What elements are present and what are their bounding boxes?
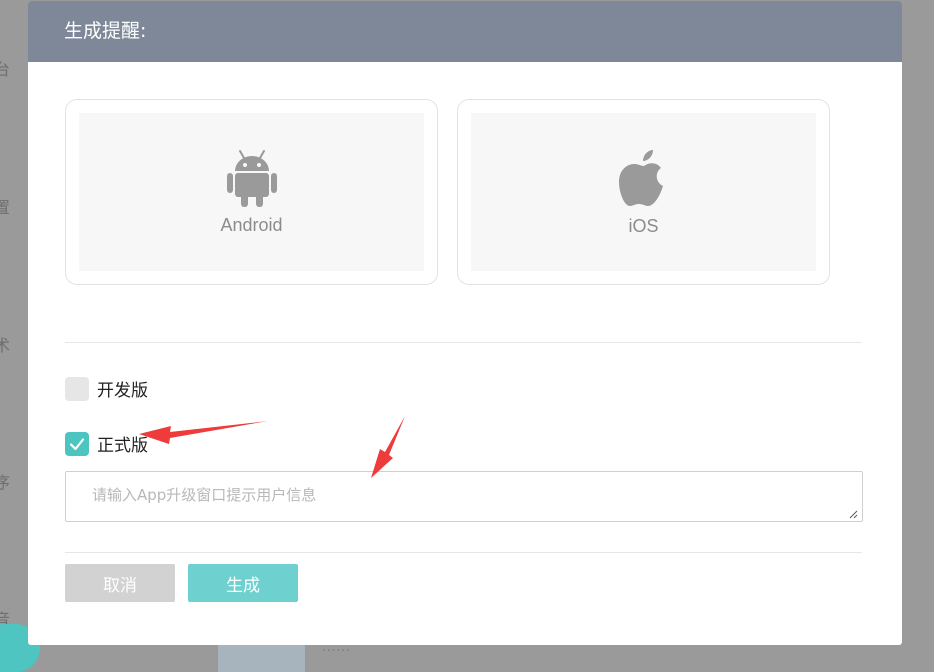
upgrade-message-input[interactable] [65,471,863,522]
dev-version-checkbox[interactable] [65,376,89,401]
checkmark-icon [69,437,85,450]
background-thumbnail [218,642,305,672]
divider [65,552,862,553]
platform-card-ios[interactable]: iOS [457,99,830,285]
generate-reminder-dialog: 生成提醒: Android iOS 开发版 正式版 请输入App升级窗口提示用户… [28,1,902,645]
cancel-button[interactable]: 取消 [65,564,175,602]
android-icon [226,149,277,207]
background-text: 台 [0,60,11,79]
background-text: 序 [0,473,11,492]
release-version-label: 正式版 [97,436,148,456]
release-version-checkbox[interactable] [65,431,89,456]
background-text: 术 [0,336,11,355]
dialog-title: 生成提醒: [28,1,902,62]
divider [65,342,862,343]
generate-button[interactable]: 生成 [188,564,298,602]
apple-icon [618,149,663,206]
background-text: 置 [0,198,11,217]
option-release-version[interactable]: 正式版 [65,431,148,456]
dev-version-label: 开发版 [97,381,148,401]
platform-card-android-inner: Android [79,113,424,271]
platform-label-android: Android [220,214,283,235]
option-dev-version[interactable]: 开发版 [65,376,148,401]
platform-card-ios-inner: iOS [471,113,816,271]
platform-label-ios: iOS [628,215,659,236]
platform-card-android[interactable]: Android [65,99,438,285]
